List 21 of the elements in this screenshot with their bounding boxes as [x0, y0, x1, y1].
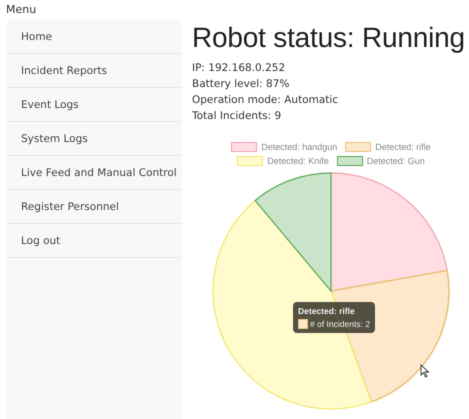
- legend-label: Detected: handgun: [261, 142, 338, 152]
- cursor-icon: [420, 364, 430, 378]
- status-text: Operation mode: Automatic: [192, 93, 340, 108]
- sidebar-item[interactable]: Event Logs: [7, 88, 182, 122]
- sidebar-item[interactable]: Register Personnel: [7, 190, 182, 224]
- page-title: Robot status: Running: [192, 21, 466, 55]
- status-text: Total Incidents: 9: [192, 109, 282, 124]
- status-text: IP: 192.168.0.252: [192, 61, 286, 76]
- sidebar-item[interactable]: Incident Reports: [7, 54, 182, 88]
- sidebar-item[interactable]: Home: [7, 20, 182, 54]
- legend-label: Detected: rifle: [375, 142, 431, 152]
- menu-title: Menu: [5, 2, 38, 18]
- tooltip-title: Detected: rifle: [298, 306, 356, 316]
- status-text: Battery level: 87%: [192, 77, 290, 92]
- sidebar-item[interactable]: System Logs: [7, 122, 182, 156]
- sidebar-item[interactable]: Log out: [7, 224, 182, 258]
- sidebar-item[interactable]: Live Feed and Manual Control: [7, 156, 182, 190]
- legend-label: Detected: Gun: [366, 156, 425, 166]
- legend-label: Detected: Knife: [267, 156, 329, 166]
- tooltip-label: # of Incidents: 2: [310, 319, 370, 329]
- tooltip-swatch: [298, 319, 308, 329]
